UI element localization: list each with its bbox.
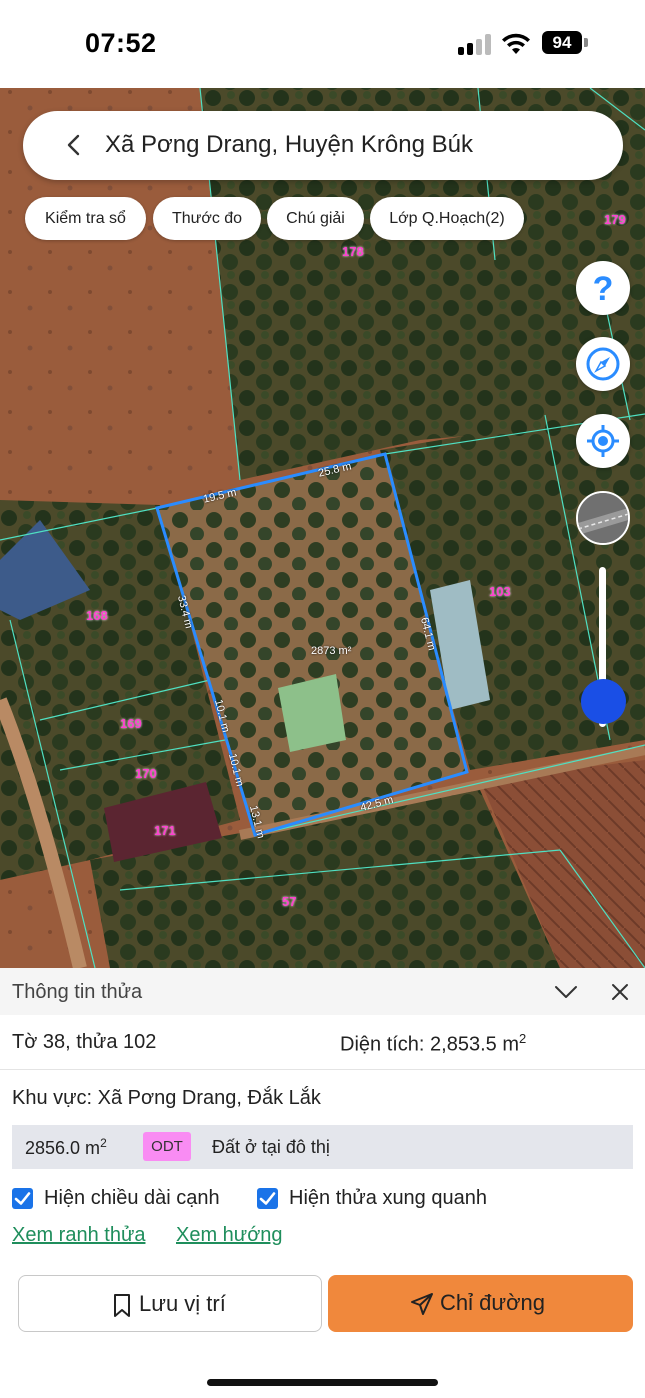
signal-icon	[458, 33, 492, 55]
help-button[interactable]: ?	[576, 261, 630, 315]
battery-indicator: 94	[542, 31, 582, 54]
parcel-info-sheet: Thông tin thửa Tờ 38, thửa 102 Diện tích…	[0, 968, 645, 1398]
svg-text:?: ?	[593, 270, 614, 308]
status-bar: 07:52 94	[0, 0, 645, 88]
chip-planning-layer[interactable]: Lớp Q.Hoạch(2)	[370, 197, 524, 240]
checkbox-checked-icon[interactable]	[12, 1188, 33, 1209]
home-indicator[interactable]	[207, 1379, 438, 1386]
directions-button[interactable]: Chỉ đường	[328, 1275, 633, 1332]
land-type-description: Đất ở tại đô thị	[212, 1137, 330, 1157]
question-icon: ?	[593, 270, 614, 308]
parcel-label: 178	[342, 244, 364, 259]
land-type-badge: ODT	[143, 1132, 191, 1161]
parcel-area-label: 2873 m²	[311, 645, 352, 657]
view-boundary-link[interactable]: Xem ranh thửa	[12, 1224, 145, 1247]
parcel-label: 179	[604, 212, 626, 227]
parcel-id: Tờ 38, thửa 102	[12, 1031, 157, 1053]
directions-label: Chỉ đường	[440, 1290, 545, 1315]
back-icon[interactable]	[63, 133, 87, 157]
send-icon	[411, 1293, 433, 1315]
land-type-row: 2856.0 m2 ODT Đất ở tại đô thị	[12, 1125, 633, 1169]
divider	[0, 1069, 645, 1070]
wifi-icon	[502, 33, 530, 54]
search-title[interactable]: Xã Pơng Drang, Huyện Krông Búk	[105, 131, 473, 159]
chevron-down-icon[interactable]	[554, 982, 578, 1002]
bookmark-icon	[114, 1294, 130, 1317]
compass-button[interactable]	[576, 337, 630, 391]
chip-legend[interactable]: Chú giải	[267, 197, 364, 240]
chip-ruler[interactable]: Thước đo	[153, 197, 261, 240]
sheet-title: Thông tin thửa	[12, 981, 143, 1003]
parcel-label: 170	[135, 766, 157, 781]
parcel-label: 171	[154, 823, 176, 838]
chip-check-book[interactable]: Kiểm tra sổ	[25, 197, 146, 240]
battery-tip	[584, 38, 588, 47]
status-time: 07:52	[85, 28, 157, 58]
save-location-button[interactable]: Lưu vị trí	[18, 1275, 322, 1332]
locate-button[interactable]	[576, 414, 630, 468]
parcel-label: 168	[86, 608, 108, 623]
satellite-layer-button[interactable]	[576, 491, 630, 545]
checkbox-label: Hiện thửa xung quanh	[289, 1187, 487, 1209]
close-icon[interactable]	[610, 982, 630, 1002]
parcel-region: Khu vực: Xã Pơng Drang, Đắk Lắk	[12, 1087, 321, 1109]
land-type-area: 2856.0 m2	[25, 1136, 107, 1158]
sheet-header: Thông tin thửa	[0, 968, 645, 1015]
parcel-label: 57	[282, 894, 297, 909]
checkbox-checked-icon[interactable]	[257, 1188, 278, 1209]
parcel-label: 169	[120, 716, 142, 731]
checkbox-label: Hiện chiều dài cạnh	[44, 1187, 220, 1209]
search-bar[interactable]: Xã Pơng Drang, Huyện Krông Búk	[23, 111, 623, 180]
save-location-label: Lưu vị trí	[139, 1291, 226, 1316]
locate-icon	[587, 425, 619, 457]
compass-icon	[586, 347, 620, 381]
parcel-label: 103	[489, 584, 511, 599]
parcel-area: Diện tích: 2,853.5 m2	[340, 1031, 527, 1056]
view-direction-link[interactable]: Xem hướng	[176, 1224, 283, 1247]
